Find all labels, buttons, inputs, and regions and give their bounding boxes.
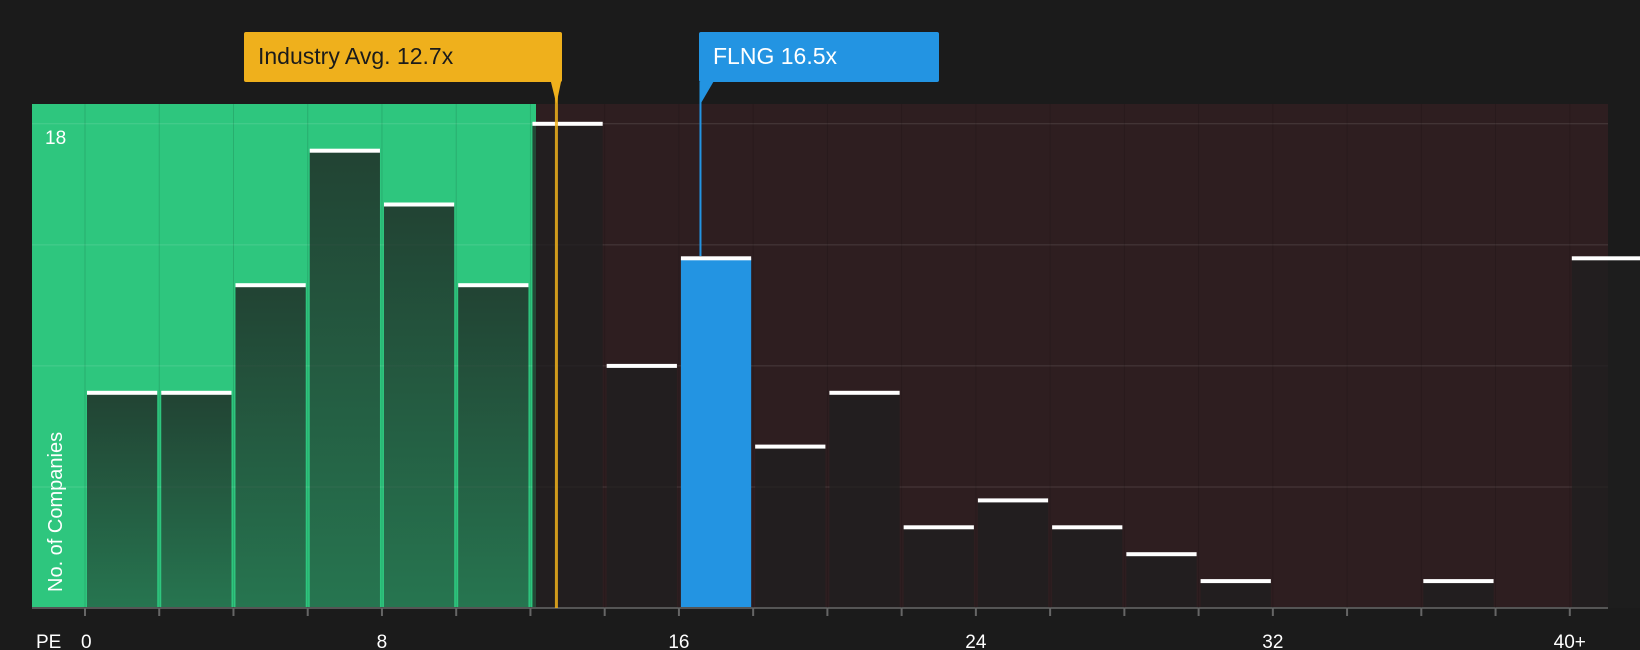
bar-cap — [235, 283, 306, 288]
bar-cap — [1126, 552, 1197, 557]
bar — [532, 123, 603, 609]
bar-cap — [532, 121, 603, 126]
bar-cap — [829, 390, 900, 395]
bar-cap — [977, 498, 1049, 503]
x-tick-label: 8 — [377, 632, 388, 650]
bar — [606, 365, 677, 608]
bar — [235, 285, 306, 608]
bar — [1052, 527, 1123, 608]
x-tick-label: 40+ — [1554, 632, 1586, 650]
bar-cap — [606, 363, 677, 368]
bar — [1423, 581, 1494, 608]
bar-cap — [680, 256, 752, 261]
bar-cap — [161, 390, 232, 395]
bar-cap — [1052, 525, 1123, 530]
x-tick-label: 24 — [965, 632, 987, 650]
bar — [829, 392, 900, 608]
bar — [309, 150, 380, 608]
bar — [87, 392, 158, 608]
bar — [1571, 258, 1640, 608]
bar-cap — [755, 444, 826, 449]
bar — [458, 285, 529, 608]
bar-cap — [903, 525, 974, 530]
pe-histogram-chart: 18 No. of Companies PE 0 8 16 24 32 40+ — [32, 80, 1640, 650]
x-tick-label: 0 — [81, 632, 92, 650]
x-axis-title: PE — [36, 632, 61, 650]
flng-pe-callout: FLNG 16.5x — [699, 32, 939, 82]
x-tick-labels: 0 8 16 24 32 40+ — [81, 632, 1586, 650]
x-tick-label: 32 — [1262, 632, 1283, 650]
bar-cap — [383, 202, 455, 207]
bar — [977, 500, 1049, 608]
bar — [755, 446, 826, 608]
bar-cap — [309, 148, 380, 153]
industry-avg-callout: Industry Avg. 12.7x — [244, 32, 562, 82]
bar — [1200, 581, 1271, 608]
bar — [161, 392, 232, 608]
bar — [1126, 554, 1197, 608]
bar-cap — [1571, 256, 1640, 261]
bar — [903, 527, 974, 608]
x-axis-ticks — [84, 104, 1571, 616]
bar-cap — [458, 283, 529, 288]
y-axis-title: No. of Companies — [45, 432, 67, 592]
bar-cap — [87, 390, 158, 395]
industry-callout-pointer — [550, 80, 562, 104]
bar — [383, 204, 455, 608]
x-tick-label: 16 — [668, 632, 689, 650]
y-tick-label: 18 — [45, 128, 66, 149]
bar-cap — [1423, 579, 1494, 584]
bar-cap — [1200, 579, 1271, 584]
flng-callout-pointer — [700, 80, 715, 104]
bar-highlight-flng — [680, 258, 752, 608]
